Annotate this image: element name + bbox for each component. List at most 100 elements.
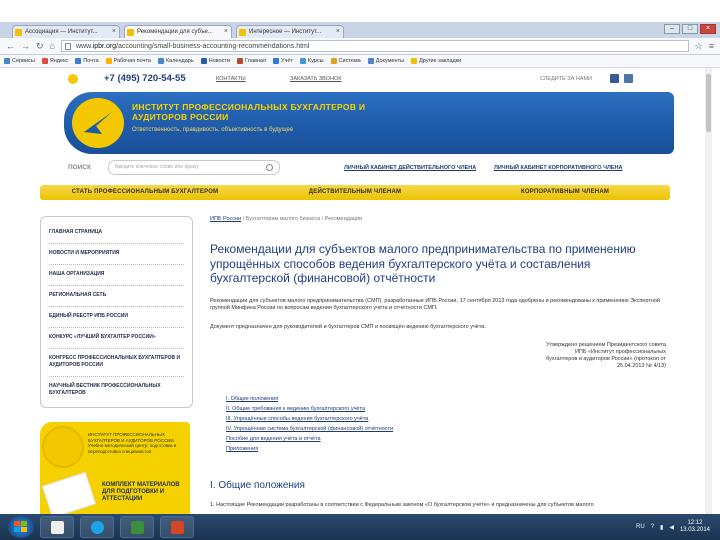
bookmark-item[interactable]: Другие закладки (411, 58, 461, 64)
taskbar-skype-button[interactable] (80, 516, 114, 538)
close-window-button[interactable]: × (700, 24, 716, 34)
toc-link[interactable]: I. Общие положения (226, 394, 526, 404)
book-image (41, 471, 97, 514)
tab-favicon-icon (15, 29, 22, 36)
back-icon[interactable]: ← (6, 41, 15, 51)
network-icon[interactable]: ▮ (660, 524, 663, 531)
sidebar-item-organization[interactable]: НАША ОРГАНИЗАЦИЯ (49, 265, 184, 286)
sidebar-item-home[interactable]: ГЛАВНАЯ СТРАНИЦА (49, 223, 184, 244)
bookmark-item[interactable]: Рабочая почта (105, 58, 151, 64)
search-row: ПОИСК Введите ключевое слово или фразу Л… (40, 160, 690, 178)
section-paragraph: 1. Настоящие Рекомендации разработаны в … (210, 502, 594, 508)
tab-label: Ассоциация — Институт... (25, 29, 98, 35)
reload-icon[interactable]: ↻ (36, 41, 44, 52)
toc-link[interactable]: Пособие для ведения учёта и отчёта (226, 434, 526, 444)
tab-close-icon[interactable]: × (112, 26, 116, 38)
star-icon[interactable]: ☆ (695, 41, 703, 52)
bookmark-icon (200, 58, 207, 64)
browser-tab-2[interactable]: Рекомендации для субъе... × (124, 25, 232, 38)
bookmark-item[interactable]: Календарь (157, 58, 194, 64)
bird-icon (84, 112, 112, 134)
language-indicator[interactable]: RU (636, 524, 645, 530)
help-icon[interactable]: ? (651, 524, 654, 530)
browser-tab-strip: Ассоциация — Институт... × Рекомендации д… (0, 22, 720, 38)
skype-icon (91, 521, 104, 534)
browser-tab-3[interactable]: Интересное — Институт... × (236, 25, 344, 38)
bookmark-item[interactable]: Новости (200, 58, 230, 64)
taskbar-presentation-button[interactable] (160, 516, 194, 538)
bookmark-item[interactable]: Документы (367, 58, 404, 64)
sidebar-item-bulletin[interactable]: НАУЧНЫЙ ВЕСТНИК ПРОФЕССИОНАЛЬНЫХ БУХГАЛТ… (49, 377, 184, 404)
clock-date: 13.03.2014 (679, 527, 710, 533)
toc-link[interactable]: IV. Упрощённая система бухгалтерской (фи… (226, 424, 526, 434)
toc-link[interactable]: Приложения (226, 444, 526, 454)
document-note: Документ предназначен для руководителей … (210, 324, 486, 330)
nav-corporate-members[interactable]: КОРПОРАТИВНЫМ ЧЛЕНАМ (460, 185, 670, 200)
bookmark-icon (299, 58, 306, 64)
tab-favicon-icon (239, 29, 246, 36)
bookmark-item[interactable]: Яндекс (41, 58, 68, 64)
search-placeholder: Введите ключевое слово или фразу (115, 164, 199, 170)
minimize-button[interactable]: – (664, 24, 680, 34)
sidebar-item-registry[interactable]: ЕДИНЫЙ РЕЕСТР ИПБ РОССИИ (49, 307, 184, 328)
page-title: Рекомендации для субъектов малого предпр… (210, 242, 636, 285)
search-input[interactable]: Введите ключевое слово или фразу (108, 160, 280, 175)
nav-become-accountant[interactable]: СТАТЬ ПРОФЕССИОНАЛЬНЫМ БУХГАЛТЕРОМ (40, 185, 250, 200)
menu-icon[interactable]: ≡ (709, 41, 714, 51)
taskbar-explorer-button[interactable] (40, 516, 74, 538)
scrollbar-thumb[interactable] (706, 74, 711, 132)
bookmark-item[interactable]: Курсы (299, 58, 324, 64)
personal-cabinet-link[interactable]: ЛИЧНЫЙ КАБИНЕТ ДЕЙСТВИТЕЛЬНОГО ЧЛЕНА (344, 165, 476, 171)
toc-link[interactable]: II. Общие требования к ведению бухгалтер… (226, 404, 526, 414)
search-label: ПОИСК (68, 164, 92, 171)
bookmark-item[interactable]: Учёт (272, 58, 293, 64)
breadcrumb-home-link[interactable]: ИПБ России (210, 216, 241, 222)
promo-banner[interactable]: ИНСТИТУТ ПРОФЕССИОНАЛЬНЫХ БУХГАЛТЕРОВ И … (40, 422, 190, 514)
browser-tab-1[interactable]: Ассоциация — Институт... × (12, 25, 120, 38)
search-icon[interactable] (266, 164, 273, 171)
tab-close-icon[interactable]: × (224, 26, 228, 38)
home-icon[interactable]: ⌂ (50, 41, 55, 51)
sidebar-item-regional[interactable]: РЕГИОНАЛЬНАЯ СЕТЬ (49, 286, 184, 307)
clock[interactable]: 12:12 13.03.2014 (680, 520, 710, 534)
nav-full-members[interactable]: ДЕЙСТВИТЕЛЬНЫМ ЧЛЕНАМ (250, 185, 460, 200)
corporate-cabinet-link[interactable]: ЛИЧНЫЙ КАБИНЕТ КОРПОРАТИВНОГО ЧЛЕНА (494, 165, 622, 171)
tab-favicon-icon (127, 29, 134, 36)
taskbar-chart-button[interactable] (120, 516, 154, 538)
windows-logo-icon (14, 521, 27, 532)
bookmark-item[interactable]: Система (330, 58, 361, 64)
callback-link[interactable]: ЗАКАЗАТЬ ЗВОНОК (290, 76, 341, 82)
forward-icon[interactable]: → (21, 41, 30, 51)
sidebar-item-congress[interactable]: КОНГРЕСС ПРОФЕССИОНАЛЬНЫХ БУХГАЛТЕРОВ И … (49, 349, 184, 377)
bookmark-icon (41, 58, 48, 64)
logo-mini-icon (68, 74, 78, 84)
vk-icon[interactable] (624, 74, 633, 83)
institute-name: ИНСТИТУТ ПРОФЕССИОНАЛЬНЫХ БУХГАЛТЕРОВ И … (132, 102, 366, 122)
tab-label: Интересное — Институт... (249, 29, 322, 35)
breadcrumb-rest: / Бухгалтерам малого бизнеса / Рекоменда… (242, 216, 363, 222)
sidebar-item-news[interactable]: НОВОСТИ И МЕРОПРИЯТИЯ (49, 244, 184, 265)
page-icon (64, 43, 71, 50)
site-banner[interactable]: ИНСТИТУТ ПРОФЕССИОНАЛЬНЫХ БУХГАЛТЕРОВ И … (64, 92, 674, 154)
tab-label: Рекомендации для субъе... (137, 29, 213, 35)
intro-paragraph: Рекомендации для субъектов малого предпр… (210, 298, 660, 311)
vertical-scrollbar[interactable] (705, 68, 712, 514)
institute-slogan: Ответственность, правдивость, объективно… (132, 127, 294, 133)
maximize-button[interactable]: □ (682, 24, 698, 34)
bookmark-item[interactable]: Почта (75, 58, 99, 64)
bookmark-item[interactable]: Сервисы (4, 58, 35, 64)
promo-logo-icon (44, 428, 82, 466)
tab-close-icon[interactable]: × (336, 26, 340, 38)
bookmark-icon (105, 58, 112, 64)
sidebar-item-contest[interactable]: КОНКУРС «ЛУЧШИЙ БУХГАЛТЕР РОССИИ» (49, 328, 184, 349)
volume-icon[interactable]: ◀ (669, 524, 674, 531)
clock-time: 12:12 (687, 520, 703, 526)
bookmark-item[interactable]: Главная (237, 58, 266, 64)
contacts-link[interactable]: КОНТАКТЫ (216, 76, 246, 82)
folder-icon (51, 521, 64, 534)
bookmark-icon (4, 58, 10, 64)
start-button[interactable] (8, 516, 34, 538)
url-field[interactable]: www.ipbr.org/accounting/small-business-a… (60, 40, 689, 52)
facebook-icon[interactable] (610, 74, 619, 83)
toc-link[interactable]: III. Упрощённые способы ведения бухгалте… (226, 414, 526, 424)
